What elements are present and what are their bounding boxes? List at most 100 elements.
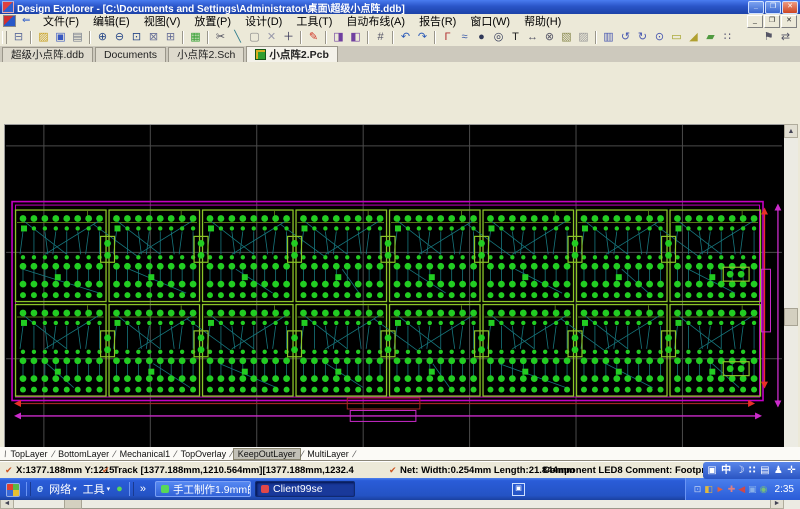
mdi-minimize-button[interactable]: _ [747, 14, 763, 28]
maximize-button[interactable]: ❐ [765, 0, 781, 14]
menu-item-3[interactable]: 放置(P) [187, 13, 238, 29]
vscroll-thumb[interactable] [784, 308, 798, 326]
close-button[interactable]: ✕ [782, 0, 798, 14]
menu-item-9[interactable]: 帮助(H) [517, 13, 568, 29]
place-hatch-icon[interactable]: ▨ [575, 29, 592, 45]
dropdown-arrow-icon[interactable]: ▾ [107, 485, 111, 493]
zoom-selection-icon[interactable]: ⊞ [162, 29, 179, 45]
deselect-icon[interactable]: ✕ [263, 29, 280, 45]
back-arrow-icon[interactable]: ⇐ [22, 16, 33, 26]
rotate-cw-icon[interactable]: ↻ [634, 29, 651, 45]
green-app-icon[interactable]: ● [116, 483, 123, 495]
undo-icon[interactable]: ↶ [397, 29, 414, 45]
place-arc-icon[interactable]: ≈ [456, 29, 473, 45]
place-dimension-icon[interactable]: ↔ [524, 29, 541, 45]
vertical-scrollbar[interactable]: ▲ ▼ [784, 124, 798, 498]
print-icon[interactable]: ▤ [69, 29, 86, 45]
redo-icon[interactable]: ↷ [414, 29, 431, 45]
tray-health-icon[interactable]: ✚ [728, 478, 736, 500]
task-button-1[interactable]: Client99se [255, 481, 355, 497]
library-icon[interactable]: ◨ [330, 29, 347, 45]
move-icon[interactable]: ＋ [280, 29, 297, 45]
place-origin-icon[interactable]: ⊗ [541, 29, 558, 45]
pinned-window-icon[interactable]: ▣ [512, 483, 525, 496]
place-string-icon[interactable]: T [507, 29, 524, 45]
layer-tab-keepoutlayer[interactable]: KeepOutLayer [232, 447, 301, 460]
mdi-close-button[interactable]: ✕ [781, 14, 797, 28]
highlight-pen-icon[interactable]: ✎ [305, 29, 322, 45]
menu-item-2[interactable]: 视图(V) [137, 13, 188, 29]
pcb-drawing[interactable] [5, 125, 783, 497]
design-explorer-icon[interactable] [3, 15, 16, 27]
rotate-ccw-icon[interactable]: ↺ [617, 29, 634, 45]
language-bar[interactable]: ▣ 中 ☽ ∷ ▤ ♟ ✛ [703, 462, 800, 479]
grid-icon[interactable]: # [372, 29, 389, 45]
document-tab-2[interactable]: 小点阵2.Sch [168, 47, 245, 62]
explorer-tree-icon[interactable]: ⊟ [10, 29, 27, 45]
open-document-icon[interactable]: ▨ [35, 29, 52, 45]
report-flag-icon[interactable]: ⚑ [760, 29, 777, 45]
cut-icon[interactable]: ✂ [212, 29, 229, 45]
place-polygon-icon[interactable]: ◢ [685, 29, 702, 45]
browse-library-icon[interactable]: ◧ [347, 29, 364, 45]
tools-menu[interactable]: 工具 ▾ [83, 481, 111, 497]
ime-box-icon[interactable]: ▣ [707, 462, 716, 479]
component-array-icon[interactable]: ∷ [719, 29, 736, 45]
tray-network-icon[interactable]: ▣ [748, 478, 757, 500]
rotate-angle-icon[interactable]: ⊙ [651, 29, 668, 45]
quicklaunch-grip[interactable] [128, 482, 134, 496]
scroll-up-button[interactable]: ▲ [784, 124, 798, 138]
place-rectangle-icon[interactable]: ▭ [668, 29, 685, 45]
document-tab-0[interactable]: 超级小点阵.ddb [2, 47, 93, 62]
zoom-out-icon[interactable]: ⊖ [111, 29, 128, 45]
zoom-in-icon[interactable]: ⊕ [94, 29, 111, 45]
zoom-document-icon[interactable]: ⊠ [145, 29, 162, 45]
ime-punctuation-icon[interactable]: ∷ [749, 462, 756, 479]
ie-icon[interactable]: e [37, 483, 43, 495]
panel-toggle-icon[interactable]: ⇄ [777, 29, 794, 45]
menu-item-4[interactable]: 设计(D) [238, 13, 289, 29]
network-menu[interactable]: 网络 ▾ [49, 481, 77, 497]
place-via-icon[interactable]: ◎ [490, 29, 507, 45]
toolbar-grip[interactable] [2, 30, 7, 44]
layer-tab-toplayer[interactable]: TopLayer [7, 449, 52, 459]
menu-item-1[interactable]: 编辑(E) [86, 13, 137, 29]
browse-pcb-icon[interactable]: ▦ [187, 29, 204, 45]
layer-tab-multilayer[interactable]: MultiLayer [303, 449, 353, 459]
draw-line-icon[interactable]: ╲ [229, 29, 246, 45]
tray-player-icon[interactable]: ► [716, 478, 725, 500]
place-fill-icon[interactable]: ▧ [558, 29, 575, 45]
green-app-icon[interactable]: ● [116, 483, 123, 495]
layer-tab-bottomlayer[interactable]: BottomLayer [54, 449, 113, 459]
mdi-restore-button[interactable]: ❐ [764, 14, 780, 28]
document-tab-3[interactable]: 小点阵2.Pcb [246, 46, 338, 62]
ie-icon[interactable]: e [37, 483, 43, 495]
save-icon[interactable]: ▣ [52, 29, 69, 45]
place-track-icon[interactable]: Γ [439, 29, 456, 45]
start-button[interactable] [6, 483, 20, 497]
select-area-icon[interactable]: ▢ [246, 29, 263, 45]
layer-tab-topoverlay[interactable]: TopOverlay [177, 449, 231, 459]
task-button-0[interactable]: 手工制作1.9mm的模 [155, 481, 251, 497]
place-plane-icon[interactable]: ▰ [702, 29, 719, 45]
tray-window-icon[interactable]: ⊡ [694, 478, 702, 500]
menu-item-0[interactable]: 文件(F) [36, 13, 86, 29]
layer-tab-mechanical1[interactable]: Mechanical1 [116, 449, 175, 459]
menu-item-8[interactable]: 窗口(W) [463, 13, 517, 29]
ime-options-icon[interactable]: ✛ [787, 462, 795, 479]
ime-keyboard-icon[interactable]: ▤ [760, 462, 769, 479]
ime-fullwidth-moon-icon[interactable]: ☽ [735, 462, 744, 479]
document-tab-1[interactable]: Documents [94, 47, 167, 62]
tray-shield-icon[interactable]: ◉ [760, 478, 768, 500]
minimize-button[interactable]: _ [748, 0, 764, 14]
menu-item-7[interactable]: 报告(R) [412, 13, 463, 29]
menu-item-6[interactable]: 自动布线(A) [339, 13, 412, 29]
quicklaunch-grip[interactable] [26, 482, 31, 496]
menu-item-5[interactable]: 工具(T) [289, 13, 339, 29]
tray-volume-icon[interactable]: ◀ [738, 478, 745, 500]
pcb-canvas[interactable] [4, 124, 784, 498]
ime-user-icon[interactable]: ♟ [774, 462, 783, 479]
tray-updates-icon[interactable]: ◧ [704, 478, 713, 500]
dropdown-arrow-icon[interactable]: ▾ [73, 485, 77, 493]
zoom-window-icon[interactable]: ⊡ [128, 29, 145, 45]
